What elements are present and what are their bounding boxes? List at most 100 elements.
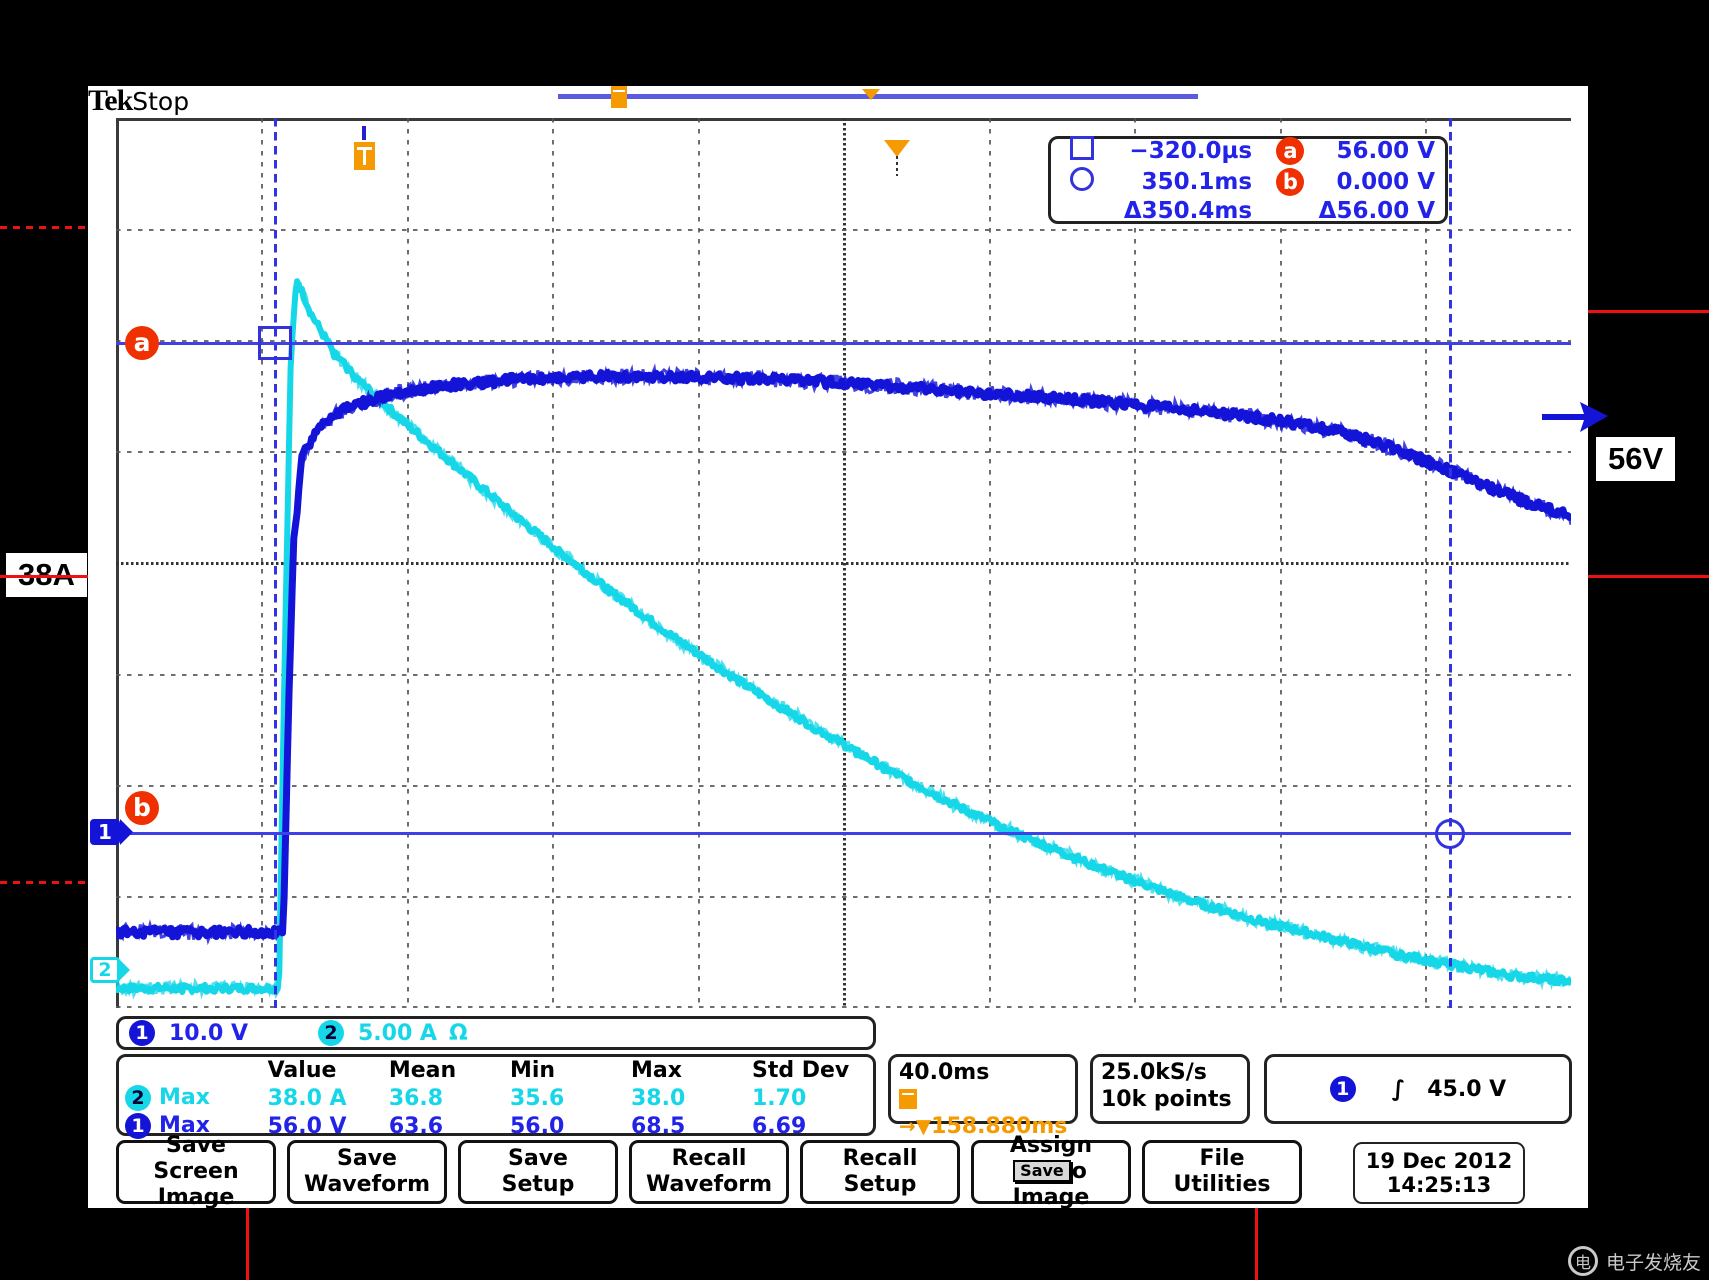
- btn-line1: Recall: [842, 1146, 918, 1171]
- ch1-scale[interactable]: 10.0 V: [169, 1021, 248, 1046]
- btn-line1: Save: [166, 1133, 226, 1158]
- cursor-row-2: 350.1ms b 0.000 V: [1051, 166, 1445, 198]
- record-trigger-marker[interactable]: [611, 86, 627, 108]
- btn-line2: Setup: [501, 1172, 575, 1197]
- assign-save-to-image-button[interactable]: Assign Save to Image: [971, 1133, 1131, 1210]
- save-waveform-button[interactable]: Save Waveform: [287, 1140, 447, 1204]
- cursor-a-marker[interactable]: a: [125, 326, 159, 360]
- recall-waveform-button[interactable]: Recall Waveform: [629, 1140, 789, 1204]
- save-screen-image-button[interactable]: Save Screen Image: [116, 1133, 276, 1210]
- screenshot-root: 38A 56V TekStop a b 1 2 −320.0µs a 56.00…: [0, 0, 1709, 1280]
- cursor-b-icon: b: [1266, 167, 1315, 198]
- ch1-voltage-noise: [116, 363, 1571, 946]
- btn-line2: Setup: [843, 1172, 917, 1197]
- trigger-slope-icon: ∫: [1391, 1076, 1406, 1102]
- col-value: Value: [267, 1058, 337, 1083]
- col-mean: Mean: [388, 1058, 457, 1083]
- meas-row2-value: 38.0 A: [267, 1085, 347, 1111]
- col-stddev: Std Dev: [751, 1058, 850, 1083]
- cursor-row-delta: Δ350.4ms Δ56.00 V: [1051, 198, 1445, 225]
- col-min: Min: [510, 1058, 556, 1083]
- btn-line1: Save: [337, 1146, 397, 1171]
- annotation-voltage-label: 56V: [1596, 437, 1676, 481]
- trigger-level: 45.0 V: [1427, 1076, 1507, 1102]
- ch2-scale[interactable]: 5.00 A: [358, 1021, 437, 1046]
- graticule: a b: [116, 118, 1571, 1008]
- meas-row1-min: 56.0: [510, 1113, 565, 1139]
- btn-line1: Recall: [671, 1146, 747, 1171]
- meas-row1-value: 56.0 V: [267, 1113, 347, 1139]
- cursor-square-handle[interactable]: [258, 326, 292, 360]
- ch2-badge: 2: [317, 1020, 344, 1046]
- trigger-delay-readout: →▼158.880ms: [899, 1086, 1067, 1140]
- vertical-cursor-square[interactable]: [274, 118, 277, 1008]
- btn-line2: Waveform: [303, 1172, 431, 1197]
- time-text: 14:25:13: [1386, 1173, 1492, 1197]
- annotation-arrow-voltage: [1542, 402, 1608, 432]
- measurement-header-row: Value Mean Min Max Std Dev: [119, 1057, 873, 1084]
- cursor-circle-icon: [1051, 166, 1114, 198]
- horizontal-cursor-a[interactable]: [116, 342, 1571, 345]
- cursor-2-voltage: 0.000 V: [1336, 168, 1435, 195]
- meas-row2-label: 2 Max: [119, 1084, 268, 1112]
- record-length: 10k points: [1101, 1087, 1232, 1112]
- sample-rate: 25.0kS/s: [1101, 1060, 1207, 1085]
- date-text: 19 Dec 2012: [1365, 1149, 1513, 1173]
- cursor-1-voltage: 56.00 V: [1336, 137, 1435, 164]
- cursor-row-1: −320.0µs a 56.00 V: [1051, 135, 1445, 167]
- btn-line1: Save: [508, 1146, 568, 1171]
- ch1-reference-marker[interactable]: 1: [90, 819, 133, 845]
- delay-arrow-icon: →▼: [899, 1114, 932, 1138]
- meas-row1-max: 68.5: [630, 1113, 686, 1139]
- ch2-reference-marker[interactable]: 2: [90, 957, 130, 983]
- cursor-2-time: 350.1ms: [1141, 168, 1253, 195]
- recall-setup-button[interactable]: Recall Setup: [800, 1140, 960, 1204]
- tek-stop-status: TekStop: [88, 84, 189, 118]
- btn-line3: Image: [1012, 1185, 1090, 1210]
- btn-line2-row: Save to: [1013, 1159, 1087, 1185]
- watermark: 电 电子发烧友 www.elecfans.com: [1566, 1246, 1701, 1280]
- row-badge-ch2: 2: [125, 1085, 151, 1111]
- waveform-plot: [116, 278, 1571, 1000]
- datetime-box: 19 Dec 2012 14:25:13: [1353, 1142, 1525, 1204]
- ch1-voltage-path: [116, 368, 1571, 941]
- ch1-voltage-trace: [116, 363, 1571, 946]
- row-badge-ch1: 1: [125, 1113, 151, 1139]
- cursor-circle-handle[interactable]: [1435, 819, 1465, 849]
- btn-line1: Assign: [1009, 1133, 1093, 1158]
- btn-line2: Waveform: [645, 1172, 773, 1197]
- save-key-icon: Save: [1013, 1160, 1071, 1182]
- vertical-cursor-circle[interactable]: [1449, 118, 1452, 1008]
- delay-t-icon: [899, 1089, 917, 1109]
- btn-line2: Utilities: [1173, 1172, 1271, 1197]
- row-meas-type: Max: [159, 1085, 210, 1110]
- btn-line2: Screen Image: [153, 1159, 239, 1210]
- cursor-delta-time: Δ350.4ms: [1123, 197, 1253, 224]
- horizontal-cursor-b[interactable]: [116, 832, 1571, 835]
- save-setup-button[interactable]: Save Setup: [458, 1140, 618, 1204]
- cursor-readout-box: −320.0µs a 56.00 V 350.1ms b 0.000 V Δ35…: [1048, 135, 1448, 225]
- trigger-box[interactable]: 1 ∫ 45.0 V: [1264, 1054, 1572, 1124]
- meas-row1-mean: 63.6: [388, 1113, 444, 1139]
- col-max: Max: [630, 1058, 682, 1083]
- cursor-delta-voltage: Δ56.00 V: [1318, 197, 1435, 224]
- cursor-1-time: −320.0µs: [1129, 137, 1253, 164]
- channel-scale-bar: 1 10.0 V 2 5.00 A Ω: [116, 1016, 876, 1050]
- ch1-badge: 1: [129, 1020, 155, 1046]
- meas-row2-stddev: 1.70: [751, 1085, 807, 1111]
- watermark-logo-icon: 电: [1567, 1246, 1598, 1276]
- btn-line1: File: [1199, 1146, 1245, 1171]
- watermark-text: 电子发烧友: [1605, 1251, 1701, 1274]
- meas-row2-max: 38.0: [630, 1085, 686, 1111]
- table-row[interactable]: 2 Max 38.0 A 36.8 35.6 38.0 1.70: [119, 1084, 873, 1112]
- record-position-arrow: [862, 89, 880, 100]
- sample-rate-box[interactable]: 25.0kS/s 10k points: [1090, 1054, 1250, 1124]
- trigger-source-badge: 1: [1329, 1076, 1356, 1102]
- ch2-coupling-icon: Ω: [448, 1020, 468, 1046]
- table-row[interactable]: 1 Max 56.0 V 63.6 56.0 68.5 6.69: [119, 1112, 873, 1140]
- file-utilities-button[interactable]: File Utilities: [1142, 1140, 1302, 1204]
- timebase-box[interactable]: 40.0ms →▼158.880ms: [888, 1054, 1078, 1139]
- meas-row1-stddev: 6.69: [751, 1113, 807, 1139]
- run-state: Stop: [132, 87, 190, 116]
- meas-row2-mean: 36.8: [388, 1085, 444, 1111]
